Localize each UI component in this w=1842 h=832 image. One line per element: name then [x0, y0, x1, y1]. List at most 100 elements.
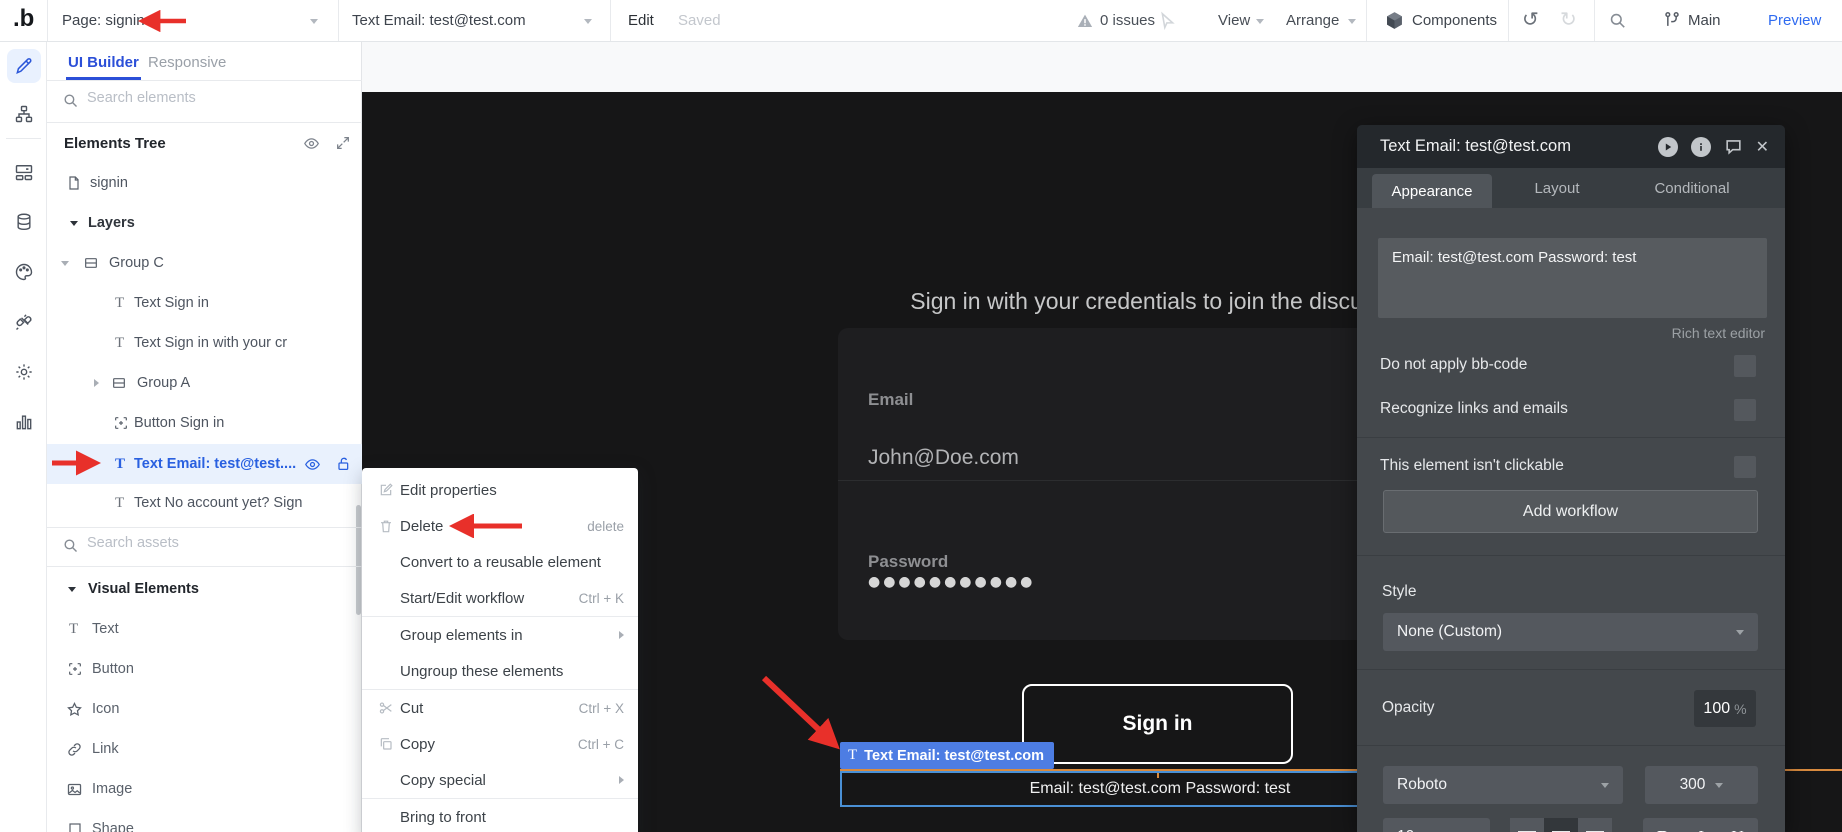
add-workflow-button[interactable]: Add workflow	[1383, 490, 1758, 533]
asset-item-link[interactable]: Link	[47, 729, 362, 769]
menu-shortcut: delete	[587, 518, 624, 534]
button-icon	[113, 415, 129, 431]
menu-item-edit-properties[interactable]: Edit properties	[362, 472, 638, 508]
menu-item-group-elements[interactable]: Group elements in	[362, 617, 638, 653]
bbcode-checkbox[interactable]	[1734, 355, 1756, 377]
eye-icon[interactable]	[303, 135, 320, 152]
text-content-editor[interactable]: Email: test@test.com Password: test	[1378, 238, 1767, 318]
tree-row-group-c[interactable]: Group C	[47, 243, 362, 283]
topbar-divider	[610, 0, 611, 41]
menu-item-copy-special[interactable]: Copy special	[362, 762, 638, 798]
visibility-eye-icon[interactable]	[304, 456, 321, 473]
opacity-input[interactable]: 100 %	[1694, 690, 1756, 727]
caret-right-icon[interactable]	[94, 379, 99, 387]
layout-panel-icon[interactable]	[7, 155, 41, 189]
logs-chart-icon[interactable]	[7, 405, 41, 439]
arrange-menu[interactable]: Arrange	[1286, 12, 1339, 29]
tree-row-text-no-account[interactable]: T Text No account yet? Sign	[47, 483, 362, 523]
comment-icon[interactable]	[1724, 137, 1743, 156]
element-selector[interactable]: Text Email: test@test.com	[352, 12, 526, 29]
canvas-password-value[interactable]: ●●●●●●●●●●●	[868, 574, 1035, 590]
page-selector-caret-icon[interactable]	[310, 19, 318, 24]
font-family-dropdown[interactable]: Roboto	[1383, 766, 1623, 804]
run-workflow-icon[interactable]	[1657, 136, 1678, 157]
expand-tree-icon[interactable]	[335, 135, 351, 151]
recognize-links-checkbox[interactable]	[1734, 399, 1756, 421]
asset-item-icon[interactable]: Icon	[47, 689, 362, 729]
tree-row-page[interactable]: signin	[47, 163, 362, 203]
not-clickable-checkbox[interactable]	[1734, 456, 1756, 478]
canvas-email-value[interactable]: John@Doe.com	[868, 446, 1019, 470]
tab-responsive[interactable]: Responsive	[148, 54, 226, 71]
asset-item-image[interactable]: Image	[47, 769, 362, 809]
tab-conditional[interactable]: Conditional	[1627, 168, 1757, 208]
search-icon[interactable]	[1608, 11, 1627, 30]
underline-button[interactable]: U	[1731, 827, 1743, 832]
menu-item-cut[interactable]: Cut Ctrl + X	[362, 690, 638, 726]
text-icon: T	[115, 494, 125, 511]
caret-down-icon[interactable]	[61, 260, 69, 266]
database-icon[interactable]	[7, 205, 41, 239]
style-dropdown[interactable]: None (Custom)	[1383, 613, 1758, 651]
asset-item-button[interactable]: Button	[47, 649, 362, 689]
settings-gear-icon[interactable]	[7, 355, 41, 389]
tree-row-text-subtitle[interactable]: T Text Sign in with your cr	[47, 323, 362, 363]
preview-button[interactable]: Preview	[1768, 12, 1821, 29]
view-menu[interactable]: View	[1218, 12, 1250, 29]
caret-down-icon	[68, 586, 76, 592]
align-left-button[interactable]	[1510, 818, 1544, 832]
bubble-logo[interactable]: .b	[13, 5, 34, 33]
asset-item-shape[interactable]: Shape	[47, 809, 362, 832]
unlock-icon[interactable]	[336, 456, 352, 472]
canvas-signin-button[interactable]: Sign in	[1022, 684, 1293, 764]
search-assets-input[interactable]	[87, 535, 287, 551]
submenu-arrow-icon	[619, 631, 624, 639]
edit-menu[interactable]: Edit	[628, 12, 654, 29]
caret-down-icon[interactable]	[70, 220, 78, 226]
asset-item-text[interactable]: T Text	[47, 609, 362, 649]
visual-elements-section[interactable]: Visual Elements	[47, 569, 362, 609]
pointer-tool-icon[interactable]	[1158, 11, 1177, 30]
components-button[interactable]: Components	[1412, 12, 1497, 29]
tree-row-text-signin[interactable]: T Text Sign in	[47, 283, 362, 323]
menu-label: Ungroup these elements	[400, 662, 564, 680]
dropdown-caret-icon	[1736, 629, 1744, 635]
section-divider	[1357, 437, 1785, 438]
menu-shortcut: Ctrl + C	[577, 736, 624, 752]
selected-element-tag[interactable]: T Text Email: test@test.com	[840, 742, 1055, 769]
dropdown-caret-icon	[1715, 782, 1724, 788]
tab-ui-builder[interactable]: UI Builder	[68, 54, 139, 71]
tab-appearance[interactable]: Appearance	[1372, 174, 1492, 208]
align-right-button[interactable]	[1578, 818, 1612, 832]
tab-layout[interactable]: Layout	[1507, 168, 1607, 208]
issues-count[interactable]: 0 issues	[1100, 12, 1155, 29]
font-size-dropdown[interactable]: 10	[1383, 818, 1490, 832]
rich-text-editor-link[interactable]: Rich text editor	[1672, 325, 1765, 341]
tree-row-group-a[interactable]: Group A	[47, 363, 362, 403]
design-mode-icon[interactable]	[7, 49, 41, 83]
workflow-mode-icon[interactable]	[7, 97, 41, 131]
menu-item-convert-reusable[interactable]: Convert to a reusable element	[362, 544, 638, 580]
plugins-plug-icon[interactable]	[7, 305, 41, 339]
italic-button[interactable]: I	[1697, 827, 1703, 832]
align-center-button[interactable]	[1544, 818, 1578, 832]
text-icon: T	[115, 455, 126, 472]
tree-row-button-signin[interactable]: Button Sign in	[47, 403, 362, 443]
undo-icon[interactable]: ↺	[1522, 7, 1539, 31]
menu-item-bring-to-front[interactable]: Bring to front	[362, 799, 638, 832]
branch-icon	[1662, 10, 1682, 30]
font-weight-dropdown[interactable]: 300	[1645, 766, 1758, 804]
topbar-divider	[338, 0, 339, 41]
tree-row-layers[interactable]: Layers	[47, 203, 362, 243]
branch-name[interactable]: Main	[1688, 12, 1721, 29]
bold-button[interactable]: B	[1657, 827, 1668, 832]
styles-palette-icon[interactable]	[7, 255, 41, 289]
menu-item-start-edit-workflow[interactable]: Start/Edit workflow Ctrl + K	[362, 580, 638, 616]
menu-item-copy[interactable]: Copy Ctrl + C	[362, 726, 638, 762]
close-icon[interactable]: ✕	[1756, 137, 1769, 156]
property-editor-header[interactable]: Text Email: test@test.com ✕	[1357, 125, 1785, 168]
element-selector-caret-icon[interactable]	[584, 19, 592, 24]
menu-item-ungroup[interactable]: Ungroup these elements	[362, 653, 638, 689]
info-icon[interactable]	[1690, 136, 1711, 157]
search-elements-input[interactable]	[87, 90, 287, 106]
